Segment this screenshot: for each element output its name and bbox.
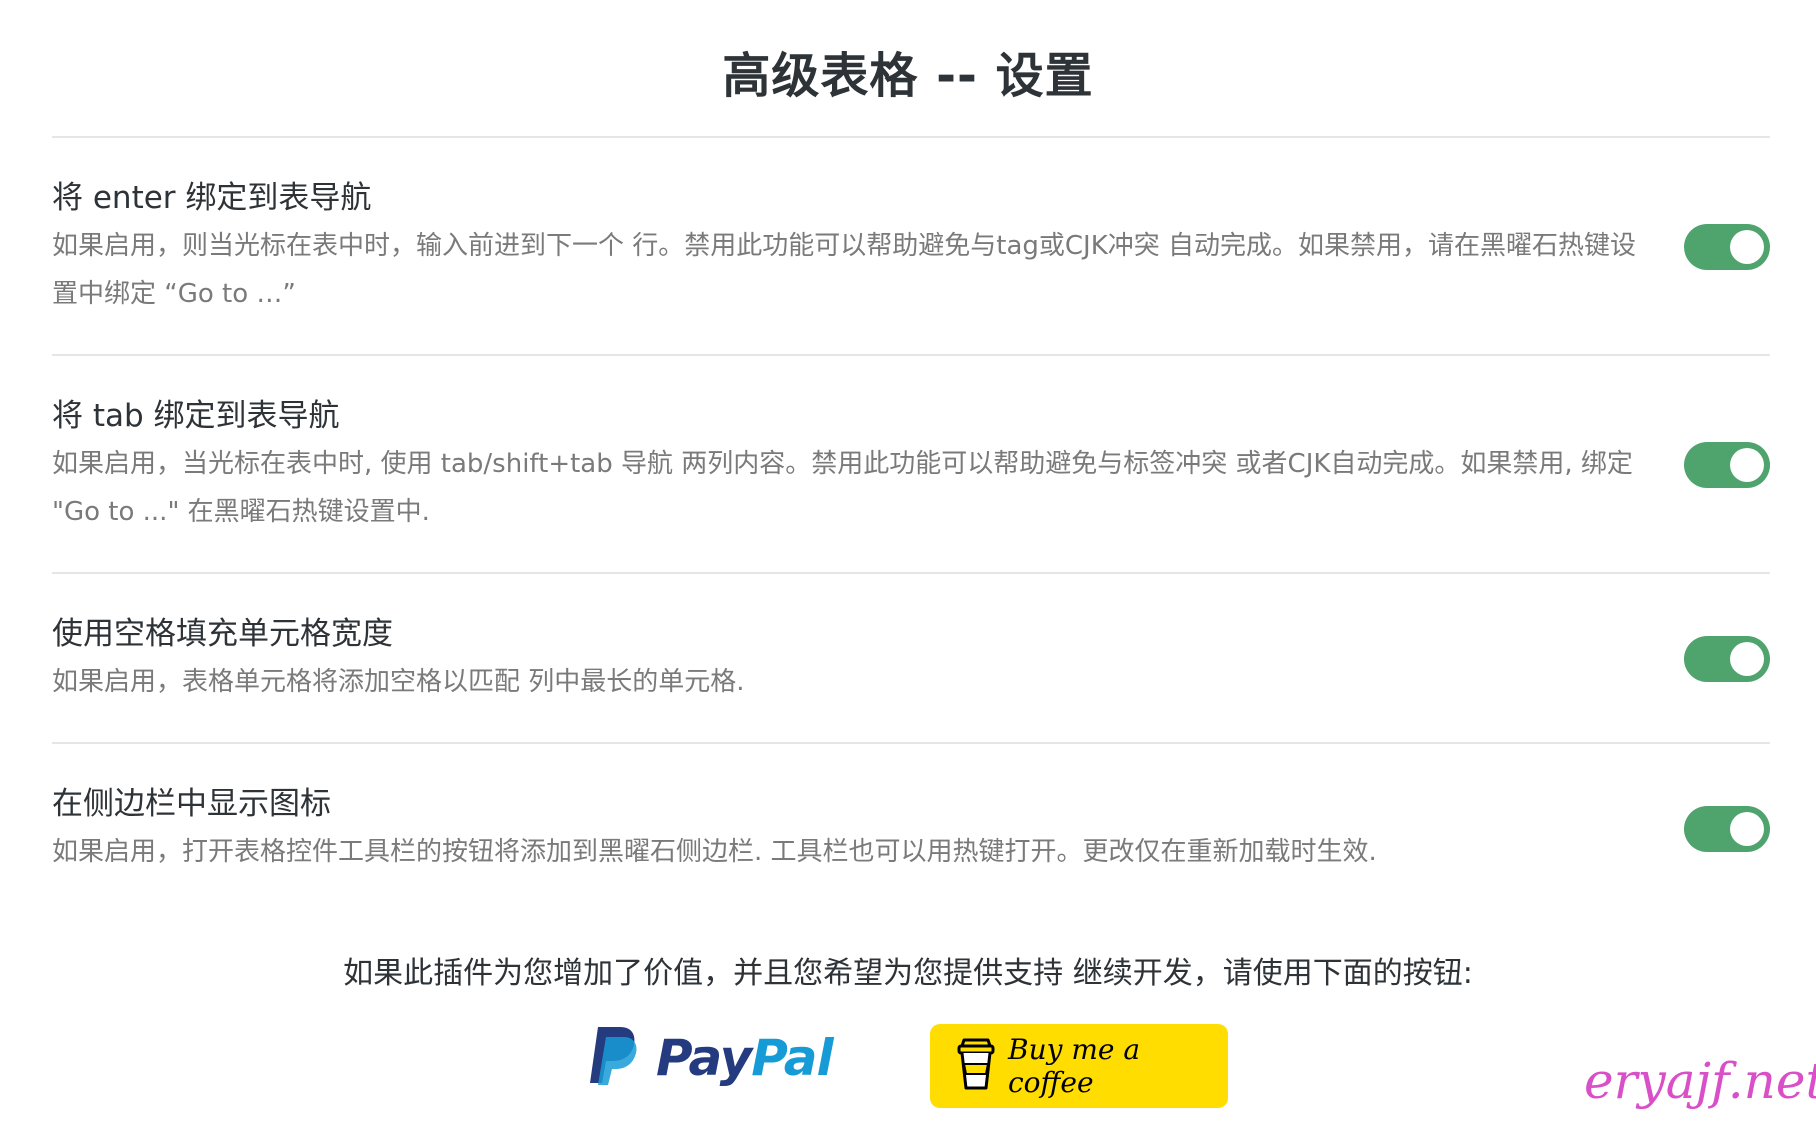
watermark: eryajf.net bbox=[1584, 1052, 1816, 1110]
setting-sidebar-icon: 在侧边栏中显示图标 如果启用，打开表格控件工具栏的按钮将添加到黑曜石侧边栏. 工… bbox=[52, 782, 1770, 876]
toggle-knob bbox=[1730, 812, 1764, 846]
setting-name: 在侧边栏中显示图标 bbox=[52, 786, 331, 822]
divider bbox=[52, 136, 1770, 138]
support-message: 如果此插件为您增加了价值，并且您希望为您提供支持 继续开发，请使用下面的按钮: bbox=[343, 956, 1473, 991]
tab-navigation-toggle[interactable] bbox=[1684, 442, 1770, 488]
page-title: 高级表格 -- 设置 bbox=[722, 48, 1094, 104]
enter-navigation-toggle[interactable] bbox=[1684, 224, 1770, 270]
paypal-pay-text: Pay bbox=[656, 1029, 752, 1087]
settings-page: 高级表格 -- 设置 将 enter 绑定到表导航 如果启用，则当光标在表中时，… bbox=[0, 0, 1816, 1128]
toggle-knob bbox=[1730, 642, 1764, 676]
buy-me-a-coffee-label: Buy me a coffee bbox=[1008, 1033, 1141, 1099]
divider bbox=[52, 354, 1770, 356]
toggle-knob bbox=[1730, 448, 1764, 482]
setting-description: 如果启用，当光标在表中时, 使用 tab/shift+tab 导航 两列内容。禁… bbox=[52, 449, 1633, 527]
setting-name: 将 tab 绑定到表导航 bbox=[52, 398, 340, 434]
paypal-pal-text: Pal bbox=[751, 1029, 833, 1087]
setting-pad-cell-width: 使用空格填充单元格宽度 如果启用，表格单元格将添加空格以匹配 列中最长的单元格. bbox=[52, 612, 1770, 706]
paypal-wordmark: PayPal bbox=[656, 1029, 834, 1087]
coffee-cup-icon bbox=[956, 1036, 996, 1096]
setting-description: 如果启用，打开表格控件工具栏的按钮将添加到黑曜石侧边栏. 工具栏也可以用热键打开… bbox=[52, 837, 1377, 867]
setting-tab-navigation: 将 tab 绑定到表导航 如果启用，当光标在表中时, 使用 tab/shift+… bbox=[52, 394, 1770, 536]
setting-name: 使用空格填充单元格宽度 bbox=[52, 616, 393, 652]
toggle-knob bbox=[1730, 230, 1764, 264]
sidebar-icon-toggle[interactable] bbox=[1684, 806, 1770, 852]
divider bbox=[52, 572, 1770, 574]
paypal-button[interactable]: PayPal bbox=[588, 1022, 834, 1094]
setting-name: 将 enter 绑定到表导航 bbox=[52, 180, 372, 216]
setting-description: 如果启用，表格单元格将添加空格以匹配 列中最长的单元格. bbox=[52, 667, 745, 697]
pad-cell-width-toggle[interactable] bbox=[1684, 636, 1770, 682]
setting-enter-navigation: 将 enter 绑定到表导航 如果启用，则当光标在表中时，输入前进到下一个 行。… bbox=[52, 176, 1770, 318]
paypal-logo-icon bbox=[588, 1025, 638, 1091]
setting-description: 如果启用，则当光标在表中时，输入前进到下一个 行。禁用此功能可以帮助避免与tag… bbox=[52, 231, 1637, 309]
buy-me-a-coffee-button[interactable]: Buy me a coffee bbox=[930, 1024, 1228, 1108]
divider bbox=[52, 742, 1770, 744]
